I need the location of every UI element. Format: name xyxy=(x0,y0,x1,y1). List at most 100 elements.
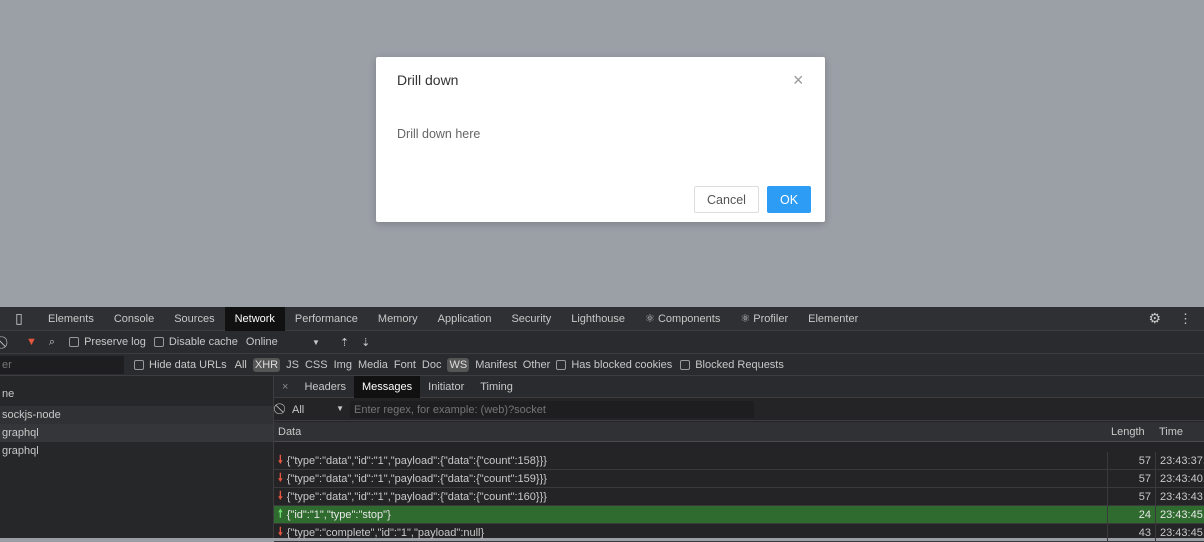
close-icon[interactable]: × xyxy=(793,70,804,91)
arrow-down-icon: 🠗 xyxy=(278,490,283,502)
request-item[interactable]: graphql xyxy=(0,442,273,460)
message-text: {"type":"data","id":"1","payload":{"data… xyxy=(286,472,547,485)
tab-console[interactable]: Console xyxy=(104,307,164,331)
detail-tab-initiator[interactable]: Initiator xyxy=(420,376,472,398)
type-filter-other[interactable]: Other xyxy=(523,358,551,372)
search-icon[interactable]: ⌕ xyxy=(49,336,55,349)
tab-elementer[interactable]: Elementer xyxy=(798,307,868,331)
tab-components[interactable]: ⚛ Components xyxy=(635,307,730,331)
message-filter-bar: ⃠ All▼ xyxy=(274,399,1204,421)
tab-memory[interactable]: Memory xyxy=(368,307,428,331)
message-data: 🠗 {"type":"complete","id":"1","payload":n… xyxy=(274,523,1107,542)
detail-tabs: × Headers Messages Initiator Timing xyxy=(274,375,1204,398)
tab-network[interactable]: Network xyxy=(224,306,285,331)
disable-cache-checkbox[interactable]: Disable cache xyxy=(153,336,238,348)
type-filter-js[interactable]: JS xyxy=(286,358,299,372)
message-data: 🠗 {"type":"data","id":"1","payload":{"dat… xyxy=(274,451,1107,470)
detail-tab-messages[interactable]: Messages xyxy=(354,375,421,398)
more-icon[interactable]: ⋮ xyxy=(1179,311,1192,327)
message-text: {"type":"data","id":"1","payload":{"data… xyxy=(286,454,547,467)
message-row[interactable]: 🠕 {"id":"1","type":"stop"} 24 23:43:45. xyxy=(274,505,1204,524)
arrow-up-icon: 🠕 xyxy=(278,508,283,520)
message-data: 🠗 {"type":"data","id":"1","payload":{"dat… xyxy=(274,469,1107,488)
message-row[interactable]: 🠗 {"type":"data","id":"1","payload":{"dat… xyxy=(274,469,1204,488)
modal-title: Drill down xyxy=(397,72,459,88)
type-filter-img[interactable]: Img xyxy=(334,358,352,372)
tab-security[interactable]: Security xyxy=(501,307,561,331)
tab-elements[interactable]: Elements xyxy=(38,307,104,331)
tab-profiler[interactable]: ⚛ Profiler xyxy=(730,307,798,331)
has-blocked-cookies-label: Has blocked cookies xyxy=(571,358,673,371)
ok-button[interactable]: OK xyxy=(767,186,811,213)
message-data: 🠗 {"type":"data","id":"1","payload":{"dat… xyxy=(274,487,1107,506)
message-time: 23:43:37. xyxy=(1155,451,1204,470)
type-filter-media[interactable]: Media xyxy=(358,358,388,372)
export-har-icon[interactable]: ⇣ xyxy=(361,336,370,349)
has-blocked-cookies-checkbox[interactable]: Has blocked cookies xyxy=(556,359,672,371)
message-row[interactable]: 🠗 {"type":"data","id":"1","payload":{"dat… xyxy=(274,487,1204,506)
blocked-requests-label: Blocked Requests xyxy=(695,358,784,371)
filter-icon[interactable]: ▼ xyxy=(26,336,37,348)
arrow-down-icon: 🠗 xyxy=(278,526,283,538)
type-filter-xhr[interactable]: XHR xyxy=(252,357,281,372)
length-column-header[interactable]: Length xyxy=(1107,426,1155,438)
tab-performance[interactable]: Performance xyxy=(285,307,368,331)
message-time: 23:43:45. xyxy=(1155,505,1204,524)
tab-lighthouse[interactable]: Lighthouse xyxy=(561,307,635,331)
data-column-header[interactable]: Data xyxy=(274,426,1107,438)
gear-icon[interactable]: ⚙ xyxy=(1148,310,1161,327)
device-toggle-icon[interactable]: ▯ xyxy=(0,310,38,327)
type-filter-manifest[interactable]: Manifest xyxy=(475,358,517,372)
request-list: ne sockjs-node graphql graphql xyxy=(0,376,274,538)
throttle-select[interactable]: Online ▼ xyxy=(246,336,320,348)
type-filter-doc[interactable]: Doc xyxy=(422,358,442,372)
devtools-tabs: ▯ Elements Console Sources Network Performan… xyxy=(0,306,1204,331)
message-type-value: All xyxy=(292,403,305,416)
import-har-icon[interactable]: ⇡ xyxy=(340,336,349,349)
request-detail: × HeadersMessagesInitiatorTiming ⃠ All▼ … xyxy=(274,375,1204,542)
filter-bar: Hide data URLs All XHR JS CSS Img Media Font Do… xyxy=(0,354,1204,376)
hide-data-urls-checkbox[interactable]: Hide data URLs xyxy=(134,359,227,371)
cancel-button[interactable]: Cancel xyxy=(694,186,759,213)
message-row[interactable]: 🠗 {"type":"complete","id":"1","payload":n… xyxy=(274,523,1204,542)
message-time: 23:43:45. xyxy=(1155,523,1204,542)
type-filter-css[interactable]: CSS xyxy=(305,358,328,372)
message-length: 24 xyxy=(1107,505,1155,524)
modal-body: Drill down here xyxy=(397,127,481,141)
hide-data-urls-label: Hide data URLs xyxy=(149,358,227,371)
arrow-down-icon: 🠗 xyxy=(278,454,283,466)
type-filter-ws[interactable]: WS xyxy=(447,357,470,372)
detail-tab-headers[interactable]: Headers xyxy=(296,376,354,398)
message-length: 43 xyxy=(1107,523,1155,542)
blocked-requests-checkbox[interactable]: Blocked Requests xyxy=(680,359,784,371)
message-text: {"id":"1","type":"stop"} xyxy=(286,508,391,521)
message-time: 23:43:40. xyxy=(1155,469,1204,488)
filter-input[interactable] xyxy=(0,355,124,374)
request-item[interactable]: sockjs-node xyxy=(0,406,273,424)
throttle-value: Online xyxy=(245,336,278,348)
time-column-header[interactable]: Time xyxy=(1155,426,1204,438)
type-filter-all[interactable]: All xyxy=(235,358,247,372)
detail-tab-timing[interactable]: Timing xyxy=(472,376,521,398)
name-column-header[interactable]: ne xyxy=(0,385,273,403)
close-detail-icon[interactable]: × xyxy=(274,381,296,393)
regex-filter-input[interactable] xyxy=(350,401,754,418)
message-data: 🠕 {"id":"1","type":"stop"} xyxy=(274,505,1107,524)
devtools: ▯ Elements Console Sources Network Performan… xyxy=(0,306,1204,542)
message-row[interactable]: 🠗 {"type":"data","id":"1","payload":{"dat… xyxy=(274,451,1204,470)
tab-application[interactable]: Application xyxy=(428,307,502,331)
request-item[interactable]: graphql xyxy=(0,424,273,442)
message-text: {"type":"data","id":"1","payload":{"data… xyxy=(286,490,547,503)
preserve-log-label: Preserve log xyxy=(84,336,146,348)
type-filter-font[interactable]: Font xyxy=(394,358,416,372)
disable-cache-label: Disable cache xyxy=(168,336,238,348)
messages-header: Data Length Time xyxy=(274,422,1204,442)
message-length: 57 xyxy=(1107,469,1155,488)
drill-down-modal: Drill down × Drill down here Cancel OK xyxy=(376,57,825,222)
network-toolbar: ⃠ ▼ ⌕ Preserve log Disable cache Online▼… xyxy=(0,331,1204,354)
message-type-select[interactable]: All ▼ xyxy=(292,404,350,416)
tab-sources[interactable]: Sources xyxy=(164,307,224,331)
message-text: {"type":"complete","id":"1","payload":nu… xyxy=(286,526,485,539)
message-length: 57 xyxy=(1107,487,1155,506)
preserve-log-checkbox[interactable]: Preserve log xyxy=(69,336,146,348)
